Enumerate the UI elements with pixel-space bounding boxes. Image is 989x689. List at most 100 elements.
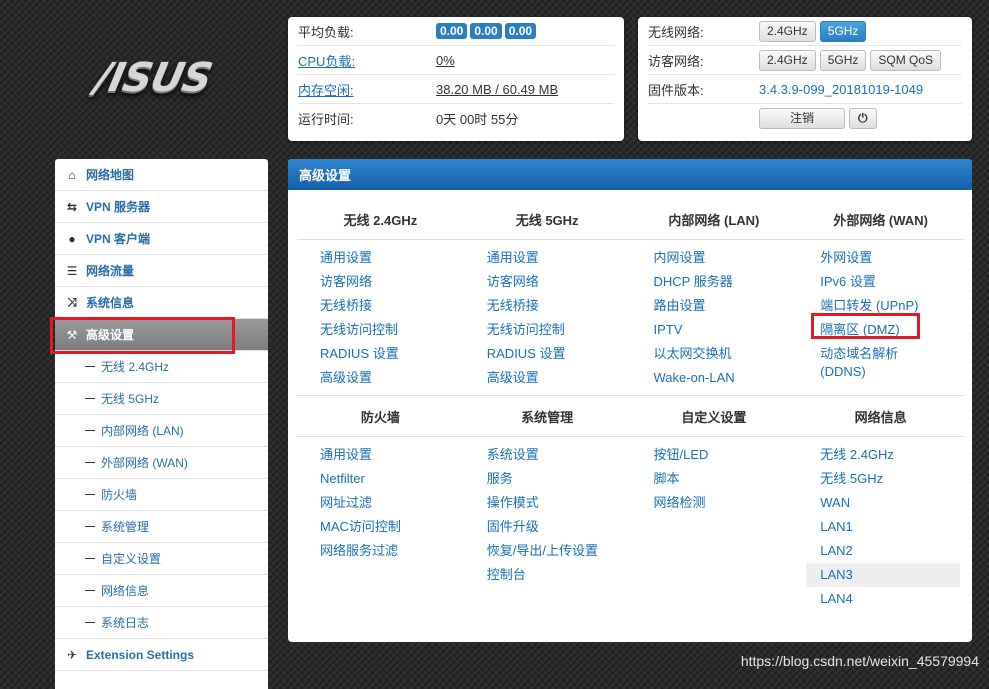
dash-icon	[85, 526, 95, 527]
link-service-filter[interactable]: 网络服务过滤	[320, 539, 460, 563]
sidebar-subitem-wireless-5[interactable]: 无线 5GHz	[55, 383, 268, 415]
link-lan-settings[interactable]: 内网设置	[654, 246, 794, 270]
load-5min: 0.00	[470, 23, 502, 39]
sidebar-subitem-system-log[interactable]: 系统日志	[55, 607, 268, 639]
wireless-24ghz-button[interactable]: 2.4GHz	[759, 20, 816, 42]
globe-icon: ●	[68, 231, 76, 246]
link-iptv[interactable]: IPTV	[654, 318, 794, 342]
link-advanced[interactable]: 高级设置	[487, 366, 627, 390]
link-wake-on-lan[interactable]: Wake-on-LAN	[654, 366, 794, 390]
logout-button[interactable]: 注销	[759, 107, 846, 129]
guest-5ghz-button[interactable]: 5GHz	[819, 49, 867, 71]
dash-icon	[85, 398, 95, 399]
link-switch[interactable]: 以太网交换机	[654, 342, 794, 366]
cpu-row: CPU负载: 0%	[298, 46, 614, 75]
link-buttons-led[interactable]: 按钮/LED	[654, 443, 794, 467]
sidebar-subitem-label: 无线 2.4GHz	[101, 360, 170, 374]
link-firmware-upgrade[interactable]: 固件升级	[487, 515, 627, 539]
sidebar-subitem-wan[interactable]: 外部网络 (WAN)	[55, 447, 268, 479]
link-console[interactable]: 控制台	[487, 563, 627, 587]
link-wan-settings[interactable]: 外网设置	[820, 246, 960, 270]
sidebar-item-label: Extension Settings	[86, 647, 195, 662]
firmware-row: 固件版本: 3.4.3.9-099_20181019-1049	[648, 75, 962, 104]
ddns-label-line2: (DDNS)	[820, 364, 866, 379]
dash-icon	[85, 494, 95, 495]
sidebar-subitem-administration[interactable]: 系统管理	[55, 511, 268, 543]
link-bridge[interactable]: 无线桥接	[320, 294, 460, 318]
link-info-lan4[interactable]: LAN4	[820, 587, 960, 611]
link-dmz[interactable]: 隔离区 (DMZ)	[820, 318, 960, 342]
link-access-control[interactable]: 无线访问控制	[320, 318, 460, 342]
link-info-lan2[interactable]: LAN2	[820, 539, 960, 563]
logo-text: /ISUS	[91, 55, 216, 101]
col-lan: 内网设置 DHCP 服务器 路由设置 IPTV 以太网交换机 Wake-on-L…	[631, 246, 798, 390]
shuffle-icon: ⤨	[67, 295, 77, 309]
link-bridge[interactable]: 无线桥接	[487, 294, 627, 318]
sidebar-item-advanced[interactable]: ⚒ 高级设置	[55, 319, 268, 351]
link-radius[interactable]: RADIUS 设置	[487, 342, 627, 366]
system-status-panel: 平均负载: 0.00 0.00 0.00 CPU负载: 0% 内存空闲: 38.…	[288, 17, 624, 141]
link-port-forward[interactable]: 端口转发 (UPnP)	[820, 294, 960, 318]
sidebar-subitem-label: 无线 5GHz	[101, 392, 160, 406]
sqm-qos-button[interactable]: SQM QoS	[870, 49, 942, 71]
link-advanced[interactable]: 高级设置	[320, 366, 460, 390]
col-network-info: 无线 2.4GHz 无线 5GHz WAN LAN1 LAN2 LAN3 LAN…	[797, 443, 964, 611]
link-ipv6[interactable]: IPv6 设置	[820, 270, 960, 294]
link-info-wireless-5[interactable]: 无线 5GHz	[820, 467, 960, 491]
firmware-version-link[interactable]: 3.4.3.9-099_20181019-1049	[759, 82, 923, 97]
col-custom: 按钮/LED 脚本 网络检测	[631, 443, 798, 611]
sidebar-subitem-custom[interactable]: 自定义设置	[55, 543, 268, 575]
sidebar-subitem-label: 自定义设置	[101, 552, 162, 566]
dash-icon	[85, 622, 95, 623]
sidebar-subitem-firewall[interactable]: 防火墙	[55, 479, 268, 511]
sidebar-item-vpn-client[interactable]: ● VPN 客户端	[55, 223, 268, 255]
sidebar-item-network-map[interactable]: ⌂ 网络地图	[55, 159, 268, 191]
link-netfilter[interactable]: Netfilter	[320, 467, 460, 491]
link-guest[interactable]: 访客网络	[320, 270, 460, 294]
wireless-label: 无线网络:	[648, 24, 704, 40]
sidebar-item-vpn-server[interactable]: ⇆ VPN 服务器	[55, 191, 268, 223]
col-firewall: 通用设置 Netfilter 网址过滤 MAC访问控制 网络服务过滤	[297, 443, 464, 611]
link-guest[interactable]: 访客网络	[487, 270, 627, 294]
link-info-wan[interactable]: WAN	[820, 491, 960, 515]
link-info-lan1[interactable]: LAN1	[820, 515, 960, 539]
link-general[interactable]: 通用设置	[320, 246, 460, 270]
link-mac-filter[interactable]: MAC访问控制	[320, 515, 460, 539]
uptime-row: 运行时间: 0天 00时 55分	[298, 104, 614, 132]
sidebar-subitem-label: 防火墙	[101, 488, 138, 502]
sidebar-item-label: 网络地图	[86, 168, 135, 182]
memory-free-value: 38.20 MB / 60.49 MB	[436, 81, 559, 97]
link-general[interactable]: 通用设置	[487, 246, 627, 270]
sidebar-item-extension-settings[interactable]: ✈ Extension Settings	[55, 639, 268, 671]
link-ddns[interactable]: 动态域名解析 (DDNS)	[820, 345, 960, 381]
sidebar-item-label: 系统信息	[86, 296, 135, 310]
cpu-load-value: 0%	[436, 52, 455, 68]
link-services[interactable]: 服务	[487, 467, 627, 491]
power-icon[interactable]: ⏻	[849, 107, 877, 129]
sidebar-subitem-lan[interactable]: 内部网络 (LAN)	[55, 415, 268, 447]
link-dhcp-server[interactable]: DHCP 服务器	[654, 270, 794, 294]
sidebar-subitem-wireless-24[interactable]: 无线 2.4GHz	[55, 351, 268, 383]
asus-logo: /ISUS	[91, 55, 236, 105]
link-routing[interactable]: 路由设置	[654, 294, 794, 318]
guest-24ghz-button[interactable]: 2.4GHz	[759, 49, 816, 71]
sidebar-subitem-network-info[interactable]: 网络信息	[55, 575, 268, 607]
link-system-settings[interactable]: 系统设置	[487, 443, 627, 467]
sidebar-item-traffic[interactable]: ☰ 网络流量	[55, 255, 268, 287]
link-info-wireless-24[interactable]: 无线 2.4GHz	[820, 443, 960, 467]
sidebar-subitem-label: 内部网络 (LAN)	[101, 424, 184, 438]
dash-icon	[85, 462, 95, 463]
link-scripts[interactable]: 脚本	[654, 467, 794, 491]
link-operation-mode[interactable]: 操作模式	[487, 491, 627, 515]
link-radius[interactable]: RADIUS 设置	[320, 342, 460, 366]
memory-free-link[interactable]: 内存空闲:	[298, 80, 436, 99]
link-general[interactable]: 通用设置	[320, 443, 460, 467]
link-info-lan3[interactable]: LAN3	[806, 563, 960, 587]
cpu-load-link[interactable]: CPU负载:	[298, 51, 436, 70]
link-restore-save[interactable]: 恢复/导出/上传设置	[487, 539, 627, 563]
link-access-control[interactable]: 无线访问控制	[487, 318, 627, 342]
sidebar-item-system-info[interactable]: ⤨ 系统信息	[55, 287, 268, 319]
wireless-5ghz-button[interactable]: 5GHz	[819, 20, 867, 42]
link-url-filter[interactable]: 网址过滤	[320, 491, 460, 515]
link-network-check[interactable]: 网络检测	[654, 491, 794, 515]
